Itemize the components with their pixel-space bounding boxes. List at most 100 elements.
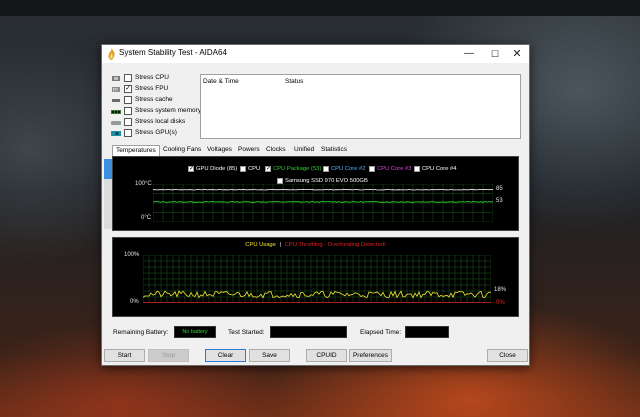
cpuid-button[interactable]: CPUID	[306, 349, 347, 362]
svg-text:FP: FP	[113, 88, 118, 93]
cpu-throttling-title: CPU Throttling - Overheating Detected!	[284, 242, 386, 248]
event-log-list[interactable]: Date & Time Status	[200, 74, 521, 139]
stress-cpu-checkbox[interactable]	[124, 74, 132, 82]
stress-gpu-label: Stress GPU(s)	[135, 129, 177, 136]
stress-disks-label: Stress local disks	[135, 118, 186, 125]
log-header-datetime[interactable]: Date & Time	[203, 78, 239, 85]
temperature-y-top-label: 100°C	[135, 181, 152, 187]
save-button[interactable]: Save	[249, 349, 290, 362]
legend-cpu-core-2[interactable]: CPU Core #2	[323, 160, 366, 172]
remaining-battery-label: Remaining Battery:	[113, 329, 169, 336]
legend-gpu-diode-checkbox[interactable]: ✓	[188, 165, 194, 172]
stability-test-window[interactable]: System Stability Test - AIDA64 — ☐ ✕ Str…	[101, 44, 530, 366]
stress-disks-option[interactable]: Stress local disks	[111, 118, 211, 128]
temperature-y-bottom-label: 0°C	[141, 215, 152, 221]
legend-cpu-core-3-label: CPU Core #3	[377, 165, 412, 172]
stress-cache-checkbox[interactable]	[124, 96, 132, 104]
stop-button[interactable]: Stop	[148, 349, 189, 362]
legend-cpu[interactable]: CPU	[240, 160, 261, 172]
cpu-y-top-label: 100%	[124, 252, 140, 258]
legend-samsung-ssd-label: Samsung SSD 970 EVO 500GB	[285, 177, 368, 184]
stress-cpu-option[interactable]: Stress CPU	[111, 74, 211, 84]
gpu-icon	[111, 131, 121, 136]
legend-cpu-checkbox[interactable]	[240, 165, 246, 172]
close-window-button[interactable]: ✕	[504, 45, 530, 63]
tab-temperatures[interactable]: Temperatures	[112, 145, 160, 156]
temperature-legend-row-1: ✓ GPU Diode (85) CPU ✓ CPU Package (53) CP…	[113, 160, 518, 172]
legend-cpu-core-4-label: CPU Core #4	[422, 165, 457, 172]
tab-powers[interactable]: Powers	[238, 145, 260, 156]
legend-cpu-package[interactable]: ✓ CPU Package (53)	[265, 160, 322, 172]
cpu-y-bottom-label: 0%	[130, 299, 139, 305]
fpu-chip-icon: FP	[112, 87, 120, 93]
tab-statistics[interactable]: Statistics	[321, 145, 347, 156]
cpu-package-current-value: 53	[496, 197, 503, 204]
start-button[interactable]: Start	[104, 349, 145, 362]
legend-cpu-core-2-checkbox[interactable]	[323, 165, 329, 172]
legend-cpu-core-4[interactable]: CPU Core #4	[414, 160, 457, 172]
legend-samsung-ssd-checkbox[interactable]	[277, 177, 283, 184]
desktop-top-bar	[0, 0, 640, 16]
legend-cpu-core-2-label: CPU Core #2	[331, 165, 366, 172]
legend-cpu-core-4-checkbox[interactable]	[414, 165, 420, 172]
remaining-battery-value: No battery	[174, 326, 216, 338]
stress-fpu-option[interactable]: FP ✓ Stress FPU	[111, 85, 211, 95]
gpu-diode-temperature-line	[153, 188, 493, 191]
button-row: Start Stop Clear Save CPUID Preferences …	[102, 349, 529, 363]
tab-cooling-fans[interactable]: Cooling Fans	[163, 145, 201, 156]
legend-cpu-core-3[interactable]: CPU Core #3	[369, 160, 412, 172]
log-header-status[interactable]: Status	[285, 78, 303, 85]
memory-icon	[111, 110, 121, 114]
elapsed-time-value	[405, 326, 449, 338]
stress-gpu-option[interactable]: Stress GPU(s)	[111, 129, 211, 139]
stress-cache-label: Stress cache	[135, 96, 173, 103]
tab-voltages[interactable]: Voltages	[207, 145, 232, 156]
cpu-usage-current-value: 18%	[494, 287, 507, 294]
clear-button[interactable]: Clear	[205, 349, 246, 362]
test-started-label: Test Started:	[228, 329, 265, 336]
cpu-graph-title: CPU Usage | CPU Throttling - Overheating…	[113, 242, 518, 248]
tab-unified[interactable]: Unified	[294, 145, 314, 156]
stress-cpu-label: Stress CPU	[135, 74, 169, 81]
cpu-throttling-current-value: 0%	[496, 300, 505, 306]
close-button[interactable]: Close	[487, 349, 528, 362]
stress-cache-option[interactable]: Stress cache	[111, 96, 211, 106]
scrollbar-thumb[interactable]	[104, 159, 112, 179]
test-started-value	[270, 326, 347, 338]
aida64-flame-icon	[108, 48, 115, 60]
graph-tabs: Temperatures Cooling Fans Voltages Power…	[112, 145, 532, 156]
stress-fpu-checkbox[interactable]: ✓	[124, 85, 132, 93]
temperature-legend-row-2: Samsung SSD 970 EVO 500GB	[113, 172, 518, 184]
status-row: Remaining Battery: No battery Test Start…	[102, 326, 529, 340]
gpu-diode-current-value: 85	[496, 185, 503, 192]
stress-memory-option[interactable]: Stress system memory	[111, 107, 211, 117]
legend-cpu-label: CPU	[248, 165, 261, 172]
legend-gpu-diode-label: GPU Diode (85)	[196, 165, 238, 172]
legend-samsung-ssd[interactable]: Samsung SSD 970 EVO 500GB	[277, 172, 368, 184]
minimize-button[interactable]: —	[456, 45, 482, 63]
stress-memory-label: Stress system memory	[135, 107, 202, 114]
legend-cpu-package-checkbox[interactable]: ✓	[265, 165, 271, 172]
temperature-graph-panel: ✓ GPU Diode (85) CPU ✓ CPU Package (53) CP…	[112, 156, 519, 231]
cpu-usage-title: CPU Usage	[245, 242, 276, 248]
temperature-legend-scrollbar[interactable]	[104, 159, 112, 229]
legend-cpu-package-label: CPU Package (53)	[273, 165, 322, 172]
cpu-usage-graph	[143, 255, 491, 303]
elapsed-time-label: Elapsed Time:	[360, 329, 402, 336]
stress-gpu-checkbox[interactable]	[124, 129, 132, 137]
legend-gpu-diode[interactable]: ✓ GPU Diode (85)	[188, 160, 238, 172]
cache-icon	[112, 99, 120, 102]
cpu-chip-icon	[112, 76, 120, 81]
cpu-title-separator: |	[279, 242, 282, 248]
stress-fpu-label: Stress FPU	[135, 85, 169, 92]
preferences-button[interactable]: Preferences	[349, 349, 392, 362]
stress-disks-checkbox[interactable]	[124, 118, 132, 126]
title-bar[interactable]: System Stability Test - AIDA64 — ☐ ✕	[102, 45, 529, 63]
cpu-usage-graph-panel: CPU Usage | CPU Throttling - Overheating…	[112, 237, 519, 317]
stress-memory-checkbox[interactable]	[124, 107, 132, 115]
legend-cpu-core-3-checkbox[interactable]	[369, 165, 375, 172]
disk-icon	[111, 121, 121, 125]
temperature-graph	[153, 184, 493, 222]
window-title: System Stability Test - AIDA64	[119, 48, 227, 57]
tab-clocks[interactable]: Clocks	[266, 145, 286, 156]
